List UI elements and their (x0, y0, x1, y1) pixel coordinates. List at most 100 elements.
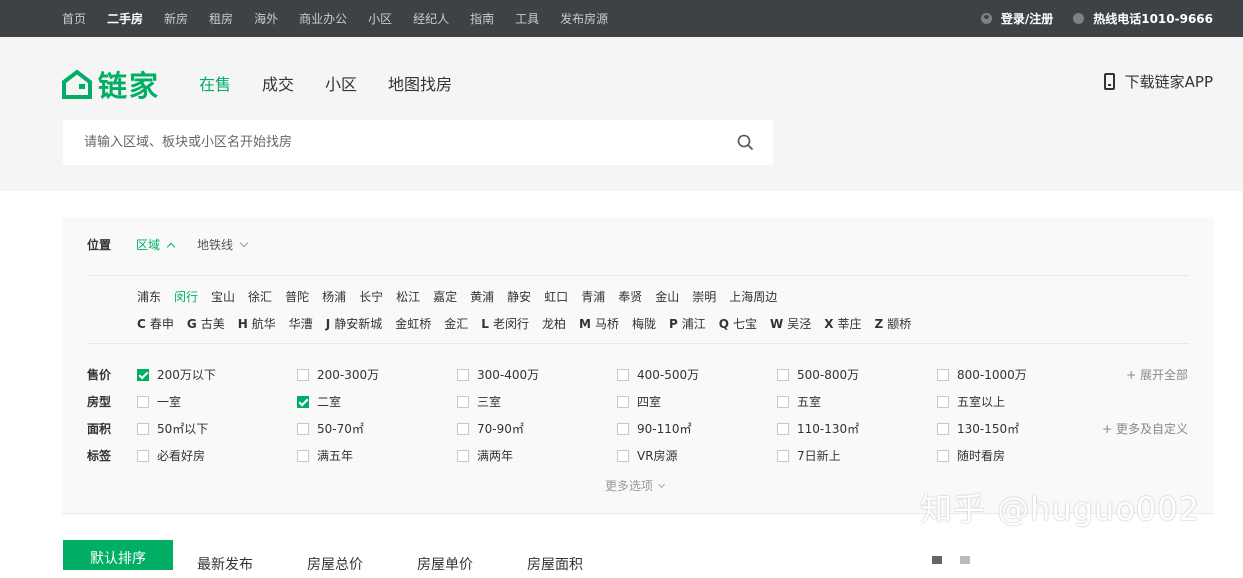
sort-area[interactable]: 房屋面积 (527, 554, 583, 574)
checkbox[interactable] (937, 395, 949, 408)
checkbox[interactable] (617, 395, 629, 408)
search-icon[interactable] (737, 134, 754, 151)
price-option[interactable]: 400-500万 (617, 366, 699, 383)
checkbox[interactable] (137, 422, 149, 435)
district-item[interactable]: 青浦 (581, 288, 605, 305)
district-item[interactable]: 杨浦 (322, 288, 346, 305)
mainnav-item[interactable]: 在售 (199, 71, 231, 95)
subdistrict-item[interactable]: H 航华 (238, 315, 276, 332)
area-option[interactable]: 70-90㎡ (457, 420, 524, 437)
subdistrict-item[interactable]: 华漕 (289, 315, 313, 332)
district-item[interactable]: 金山 (655, 288, 679, 305)
area-option[interactable]: 90-110㎡ (617, 420, 692, 437)
checkbox[interactable] (457, 368, 469, 381)
checkbox[interactable] (457, 395, 469, 408)
layout-option[interactable]: 五室 (777, 393, 821, 410)
checkbox[interactable] (937, 422, 949, 435)
subdistrict-item[interactable]: W 吴泾 (770, 315, 811, 332)
tags-option[interactable]: 随时看房 (937, 447, 1005, 464)
subdistrict-item[interactable]: 金虹桥 (395, 315, 431, 332)
download-app-link[interactable]: 下载链家APP (1103, 71, 1213, 92)
grid-view-icon[interactable] (960, 556, 970, 564)
checkbox[interactable] (617, 449, 629, 462)
checkbox[interactable] (297, 422, 309, 435)
price-expand-link[interactable]: + 展开全部 (1126, 366, 1188, 383)
checkbox[interactable] (617, 368, 629, 381)
checkbox[interactable] (937, 368, 949, 381)
subdistrict-item[interactable]: X 莘庄 (824, 315, 861, 332)
topnav-item[interactable]: 海外 (254, 10, 278, 27)
district-item[interactable]: 崇明 (692, 288, 716, 305)
checkbox[interactable] (457, 422, 469, 435)
area-expand-link[interactable]: + 更多及自定义 (1102, 420, 1188, 437)
checkbox[interactable] (297, 395, 309, 408)
tags-option[interactable]: 必看好房 (137, 447, 205, 464)
checkbox[interactable] (777, 449, 789, 462)
sort-total-price[interactable]: 房屋总价 (307, 554, 363, 574)
more-options-button[interactable]: 更多选项 (605, 477, 666, 494)
district-item[interactable]: 普陀 (285, 288, 309, 305)
district-item[interactable]: 静安 (507, 288, 531, 305)
subdistrict-item[interactable]: Q 七宝 (719, 315, 757, 332)
district-item[interactable]: 黄浦 (470, 288, 494, 305)
checkbox[interactable] (777, 422, 789, 435)
topnav-item[interactable]: 工具 (515, 10, 539, 27)
area-option[interactable]: 130-150㎡ (937, 420, 1019, 437)
subdistrict-item[interactable]: Z 颛桥 (875, 315, 912, 332)
checkbox[interactable] (617, 422, 629, 435)
area-option[interactable]: 50-70㎡ (297, 420, 364, 437)
layout-option[interactable]: 一室 (137, 393, 181, 410)
topnav-item[interactable]: 经纪人 (413, 10, 449, 27)
subdistrict-item[interactable]: 龙柏 (542, 315, 566, 332)
topnav-item[interactable]: 二手房 (107, 10, 143, 27)
layout-option[interactable]: 五室以上 (937, 393, 1005, 410)
area-option[interactable]: 110-130㎡ (777, 420, 859, 437)
subdistrict-item[interactable]: P 浦江 (669, 315, 706, 332)
subdistrict-item[interactable]: L 老闵行 (481, 315, 529, 332)
district-item[interactable]: 虹口 (544, 288, 568, 305)
price-option[interactable]: 200万以下 (137, 366, 216, 383)
district-item[interactable]: 上海周边 (729, 288, 777, 305)
checkbox[interactable] (137, 449, 149, 462)
sort-unit-price[interactable]: 房屋单价 (417, 554, 473, 574)
login-label[interactable]: 登录/注册 (1001, 10, 1053, 27)
layout-option[interactable]: 四室 (617, 393, 661, 410)
list-view-icon[interactable] (932, 556, 942, 564)
topnav-item[interactable]: 租房 (209, 10, 233, 27)
checkbox[interactable] (137, 368, 149, 381)
mainnav-item[interactable]: 地图找房 (388, 71, 452, 95)
layout-option[interactable]: 二室 (297, 393, 341, 410)
area-option[interactable]: 50㎡以下 (137, 420, 208, 437)
price-option[interactable]: 800-1000万 (937, 366, 1027, 383)
tab-subway[interactable]: 地铁线 (197, 236, 249, 253)
sort-latest[interactable]: 最新发布 (197, 554, 253, 574)
subdistrict-item[interactable]: 梅陇 (632, 315, 656, 332)
layout-option[interactable]: 三室 (457, 393, 501, 410)
subdistrict-item[interactable]: 金汇 (444, 315, 468, 332)
price-option[interactable]: 200-300万 (297, 366, 379, 383)
district-item[interactable]: 奉贤 (618, 288, 642, 305)
tags-option[interactable]: VR房源 (617, 447, 678, 464)
topnav-item[interactable]: 新房 (164, 10, 188, 27)
tags-option[interactable]: 7日新上 (777, 447, 841, 464)
district-item[interactable]: 闵行 (174, 288, 198, 305)
checkbox[interactable] (777, 395, 789, 408)
topnav-item[interactable]: 小区 (368, 10, 392, 27)
district-item[interactable]: 松江 (396, 288, 420, 305)
topnav-item[interactable]: 首页 (62, 10, 86, 27)
login-link[interactable]: 登录/注册 (980, 10, 1053, 27)
subdistrict-item[interactable]: G 古美 (187, 315, 225, 332)
district-item[interactable]: 浦东 (137, 288, 161, 305)
district-item[interactable]: 嘉定 (433, 288, 457, 305)
checkbox[interactable] (777, 368, 789, 381)
district-item[interactable]: 宝山 (211, 288, 235, 305)
mainnav-item[interactable]: 成交 (262, 71, 294, 95)
price-option[interactable]: 300-400万 (457, 366, 539, 383)
tags-option[interactable]: 满两年 (457, 447, 513, 464)
checkbox[interactable] (297, 368, 309, 381)
search-input[interactable] (63, 120, 723, 165)
topnav-item[interactable]: 指南 (470, 10, 494, 27)
logo[interactable]: 链家 (62, 63, 160, 105)
topnav-item[interactable]: 发布房源 (560, 10, 608, 27)
subdistrict-item[interactable]: C 春申 (137, 315, 174, 332)
